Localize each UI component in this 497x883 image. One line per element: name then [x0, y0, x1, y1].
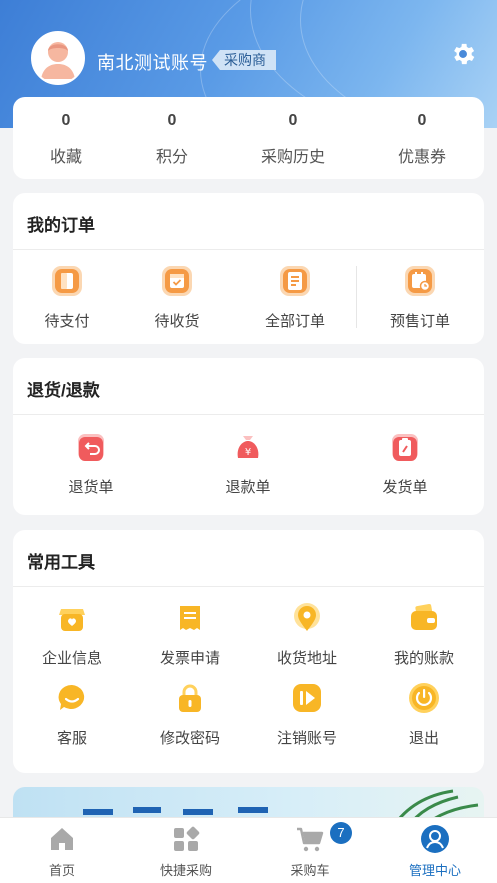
stat-value: 0 [61, 112, 71, 129]
refund-order[interactable]: ¥ 退款单 [193, 430, 303, 497]
item-label: 待支付 [44, 313, 90, 330]
stats-card: 0 收藏 0 积分 0 采购历史 0 优惠券 [13, 97, 484, 179]
username: 南北测试账号 [97, 53, 208, 73]
divider [13, 586, 484, 587]
stat-value: 0 [417, 112, 427, 129]
item-label: 发货单 [382, 479, 428, 496]
cart-icon [295, 824, 325, 854]
tab-cart[interactable]: 采购车 [248, 818, 372, 879]
stat-label: 收藏 [49, 149, 82, 166]
receive-box-icon [160, 264, 194, 298]
tab-management-center[interactable]: 管理中心 [373, 818, 497, 879]
item-label: 预售订单 [389, 313, 450, 330]
stat-value: 0 [288, 112, 298, 129]
order-list-icon [278, 264, 312, 298]
tool-change-password[interactable]: 修改密码 [135, 681, 245, 748]
lock-icon [173, 681, 207, 715]
item-label: 修改密码 [159, 730, 220, 747]
wallet-card-icon [407, 601, 441, 635]
section-title: 退货/退款 [27, 381, 100, 400]
stat-label: 采购历史 [260, 149, 325, 166]
stat-label: 积分 [155, 149, 188, 166]
item-label: 注销账号 [276, 730, 337, 747]
divider [13, 414, 484, 415]
tool-company-info[interactable]: 企业信息 [17, 601, 127, 668]
item-label: 退款单 [225, 479, 271, 496]
item-label: 退出 [408, 730, 439, 747]
item-label: 企业信息 [41, 650, 102, 667]
tab-label: 采购车 [290, 863, 330, 878]
item-label: 全部订单 [264, 313, 325, 330]
chat-smile-icon [55, 681, 89, 715]
tool-deregister-account[interactable]: 注销账号 [252, 681, 362, 748]
ship-clipboard-icon [388, 430, 422, 464]
profile-circle-icon [420, 824, 450, 854]
stat-coupons[interactable]: 0 优惠券 [372, 97, 472, 167]
section-title: 常用工具 [27, 553, 95, 572]
return-order[interactable]: 退货单 [36, 430, 146, 497]
return-icon [74, 430, 108, 464]
shop-heart-icon [55, 601, 89, 635]
role-badge: 采购商 [212, 50, 276, 70]
item-label: 我的账款 [393, 650, 454, 667]
gear-icon[interactable] [449, 40, 477, 68]
location-pin-icon [290, 601, 324, 635]
order-pending-payment[interactable]: 待支付 [12, 264, 122, 331]
wallet-icon [50, 264, 84, 298]
item-label: 发票申请 [159, 650, 220, 667]
tool-customer-service[interactable]: 客服 [17, 681, 127, 748]
stat-value: 0 [167, 112, 177, 129]
user-avatar-icon [33, 33, 83, 83]
bottom-tab-bar: 首页 快捷采购 采购车 管理中心 [0, 817, 497, 883]
stat-points[interactable]: 0 积分 [122, 97, 222, 167]
tab-label: 快捷采购 [159, 863, 212, 878]
item-label: 客服 [56, 730, 87, 747]
home-icon [47, 824, 77, 854]
stat-label: 优惠券 [397, 149, 446, 166]
order-pending-receipt[interactable]: 待收货 [122, 264, 232, 331]
section-title: 我的订单 [27, 216, 95, 235]
stat-favorites[interactable]: 0 收藏 [16, 97, 116, 167]
divider [13, 249, 484, 250]
item-label: 待收货 [154, 313, 200, 330]
invoice-icon [173, 601, 207, 635]
item-label: 收货地址 [276, 650, 337, 667]
tool-my-account[interactable]: 我的账款 [369, 601, 479, 668]
power-icon [407, 681, 441, 715]
cart-count-badge: 7 [330, 822, 352, 844]
refund-bag-icon: ¥ [231, 430, 265, 464]
returns-card: 退货/退款 退货单 ¥ 退款单 发货单 [13, 358, 484, 515]
grid-apps-icon [171, 824, 201, 854]
stat-purchase-history[interactable]: 0 采购历史 [243, 97, 343, 167]
tool-invoice-request[interactable]: 发票申请 [135, 601, 245, 668]
order-all[interactable]: 全部订单 [240, 264, 350, 331]
tab-label: 首页 [48, 863, 75, 878]
order-presale[interactable]: 预售订单 [365, 264, 475, 331]
tool-logout[interactable]: 退出 [369, 681, 479, 748]
avatar[interactable] [31, 31, 85, 85]
deregister-icon [290, 681, 324, 715]
presale-calendar-icon [403, 264, 437, 298]
tab-home[interactable]: 首页 [0, 818, 124, 879]
tool-shipping-address[interactable]: 收货地址 [252, 601, 362, 668]
shipment-order[interactable]: 发货单 [350, 430, 460, 497]
tab-label: 管理中心 [408, 863, 461, 878]
tab-quick-purchase[interactable]: 快捷采购 [124, 818, 248, 879]
svg-text:¥: ¥ [245, 447, 251, 458]
tools-card: 常用工具 企业信息 发票申请 收货地址 我的账款 客服 修改密码 注销账号 退出 [13, 530, 484, 773]
item-label: 退货单 [68, 479, 114, 496]
orders-card: 我的订单 待支付 待收货 全部订单 预售订单 [13, 193, 484, 344]
divider [356, 266, 357, 328]
